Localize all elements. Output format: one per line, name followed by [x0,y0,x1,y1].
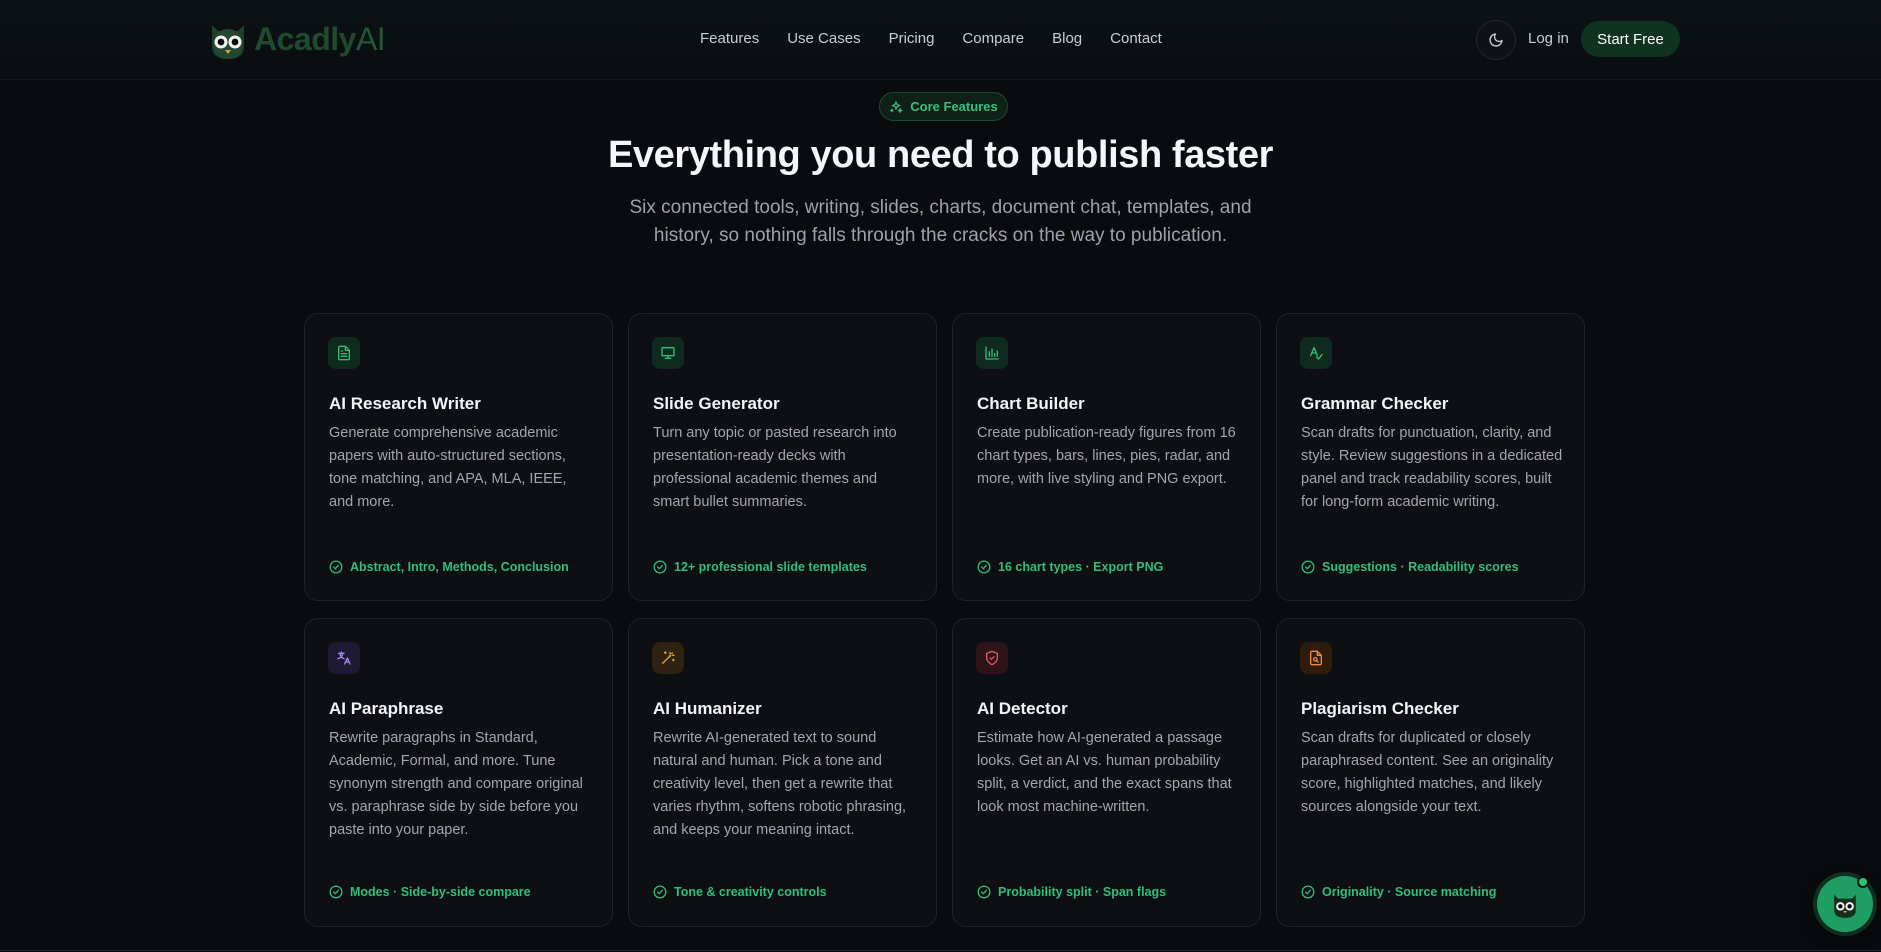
feature-description: Generate comprehensive academic papers w… [329,425,567,510]
feature-card-chart-builder[interactable]: Chart Builder Create publication-ready f… [952,313,1261,601]
feature-description: Turn any topic or pasted research into p… [653,425,897,510]
feature-card-plagiarism-checker[interactable]: Plagiarism Checker Scan drafts for dupli… [1276,618,1585,927]
bar-chart-icon [976,337,1008,369]
translate-icon [328,642,360,674]
page-title: Everything you need to publish faster [607,134,1274,176]
feature-tag: Originality · Source matching [1301,885,1496,899]
section-divider [0,950,1881,951]
nav-item-features[interactable]: Features [700,28,759,50]
feature-tag: 12+ professional slide templates [653,560,867,574]
spell-check-icon [1300,337,1332,369]
check-circle-icon [329,560,343,574]
feature-card-grammar-checker[interactable]: Grammar Checker Scan drafts for punctuat… [1276,313,1585,601]
login-link[interactable]: Log in [1528,28,1569,50]
feature-tag: 16 chart types · Export PNG [977,560,1163,574]
feature-tag: Abstract, Intro, Methods, Conclusion [329,560,569,574]
feature-tag: Suggestions · Readability scores [1301,560,1519,574]
file-search-icon [1300,642,1332,674]
nav-item-pricing[interactable]: Pricing [889,28,935,50]
feature-title: AI Humanizer [653,699,762,718]
nav-item-compare[interactable]: Compare [962,28,1024,50]
feature-card-paraphrase[interactable]: AI Paraphrase Rewrite paragraphs in Stan… [304,618,613,927]
magic-wand-icon [652,642,684,674]
feature-title: Plagiarism Checker [1301,699,1459,718]
feature-title: Grammar Checker [1301,394,1449,413]
feature-description: Scan drafts for duplicated or closely pa… [1301,730,1554,815]
theme-toggle-button[interactable] [1476,20,1516,60]
moon-icon [1489,33,1503,47]
feature-title: Chart Builder [977,394,1085,413]
main-nav: Features Use Cases Pricing Compare Blog … [700,28,1162,50]
feature-card-ai-detector[interactable]: AI Detector Estimate how AI-generated a … [952,618,1261,927]
document-icon [328,337,360,369]
check-circle-icon [653,885,667,899]
nav-item-use-cases[interactable]: Use Cases [787,28,860,50]
feature-description: Rewrite AI-generated text to sound natur… [653,730,907,838]
check-circle-icon [977,885,991,899]
feature-description: Create publication-ready figures from 16… [977,425,1236,487]
start-free-button[interactable]: Start Free [1581,21,1680,57]
feature-card-research-writer[interactable]: AI Research Writer Generate comprehensiv… [304,313,613,601]
feature-title: AI Detector [977,699,1068,718]
page-subtitle: Six connected tools, writing, slides, ch… [629,197,1252,246]
feature-card-slide-generator[interactable]: Slide Generator Turn any topic or pasted… [628,313,937,601]
feature-title: AI Research Writer [329,394,481,413]
feature-description: Estimate how AI-generated a passage look… [977,730,1232,815]
feature-title: AI Paraphrase [329,699,444,718]
feature-tag: Modes · Side-by-side compare [329,885,531,899]
presentation-icon [652,337,684,369]
feature-tag: Tone & creativity controls [653,885,827,899]
site-header: AcadlyAI Features Use Cases Pricing Comp… [0,0,1881,80]
online-status-dot [1857,876,1869,888]
check-circle-icon [1301,560,1315,574]
core-features-badge: Core Features [879,92,1008,121]
nav-item-blog[interactable]: Blog [1052,28,1082,50]
sparkles-icon [890,100,903,113]
feature-description: Rewrite paragraphs in Standard, Academic… [329,730,583,838]
feature-description: Scan drafts for punctuation, clarity, an… [1301,425,1563,510]
check-circle-icon [653,560,667,574]
badge-label: Core Features [910,99,998,114]
nav-item-contact[interactable]: Contact [1110,28,1162,50]
feature-tag: Probability split · Span flags [977,885,1166,899]
check-circle-icon [977,560,991,574]
shield-icon [976,642,1008,674]
check-circle-icon [1301,885,1315,899]
brand-logo[interactable]: AcadlyAI [206,16,386,62]
feature-title: Slide Generator [653,394,780,413]
owl-chat-icon [1834,894,1856,918]
owl-logo-icon [206,17,250,61]
check-circle-icon [329,885,343,899]
brand-name: AcadlyAI [254,21,386,57]
feature-card-humanizer[interactable]: AI Humanizer Rewrite AI-generated text t… [628,618,937,927]
